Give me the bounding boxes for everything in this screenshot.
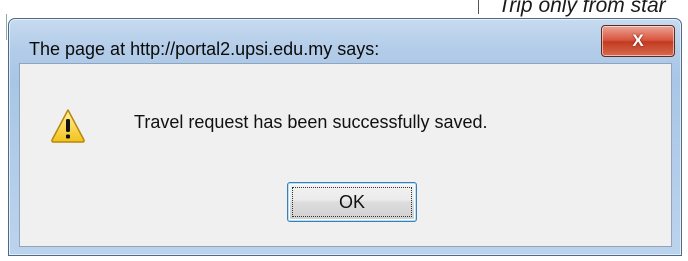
alert-message: Travel request has been successfully sav… (134, 112, 488, 132)
background-page-text: Trip only from star (498, 0, 666, 17)
alert-dialog: The page at http://portal2.upsi.edu.my s… (8, 18, 682, 256)
warning-icon (51, 109, 85, 143)
background-divider (478, 0, 479, 14)
close-button[interactable]: X (601, 25, 675, 57)
ok-button[interactable]: OK (287, 182, 417, 222)
ok-button-label: OK (338, 191, 365, 212)
dialog-title: The page at http://portal2.upsi.edu.my s… (29, 39, 380, 59)
close-icon: X (632, 31, 644, 50)
dialog-content: Travel request has been successfully sav… (19, 63, 672, 247)
background-edge (6, 14, 7, 40)
